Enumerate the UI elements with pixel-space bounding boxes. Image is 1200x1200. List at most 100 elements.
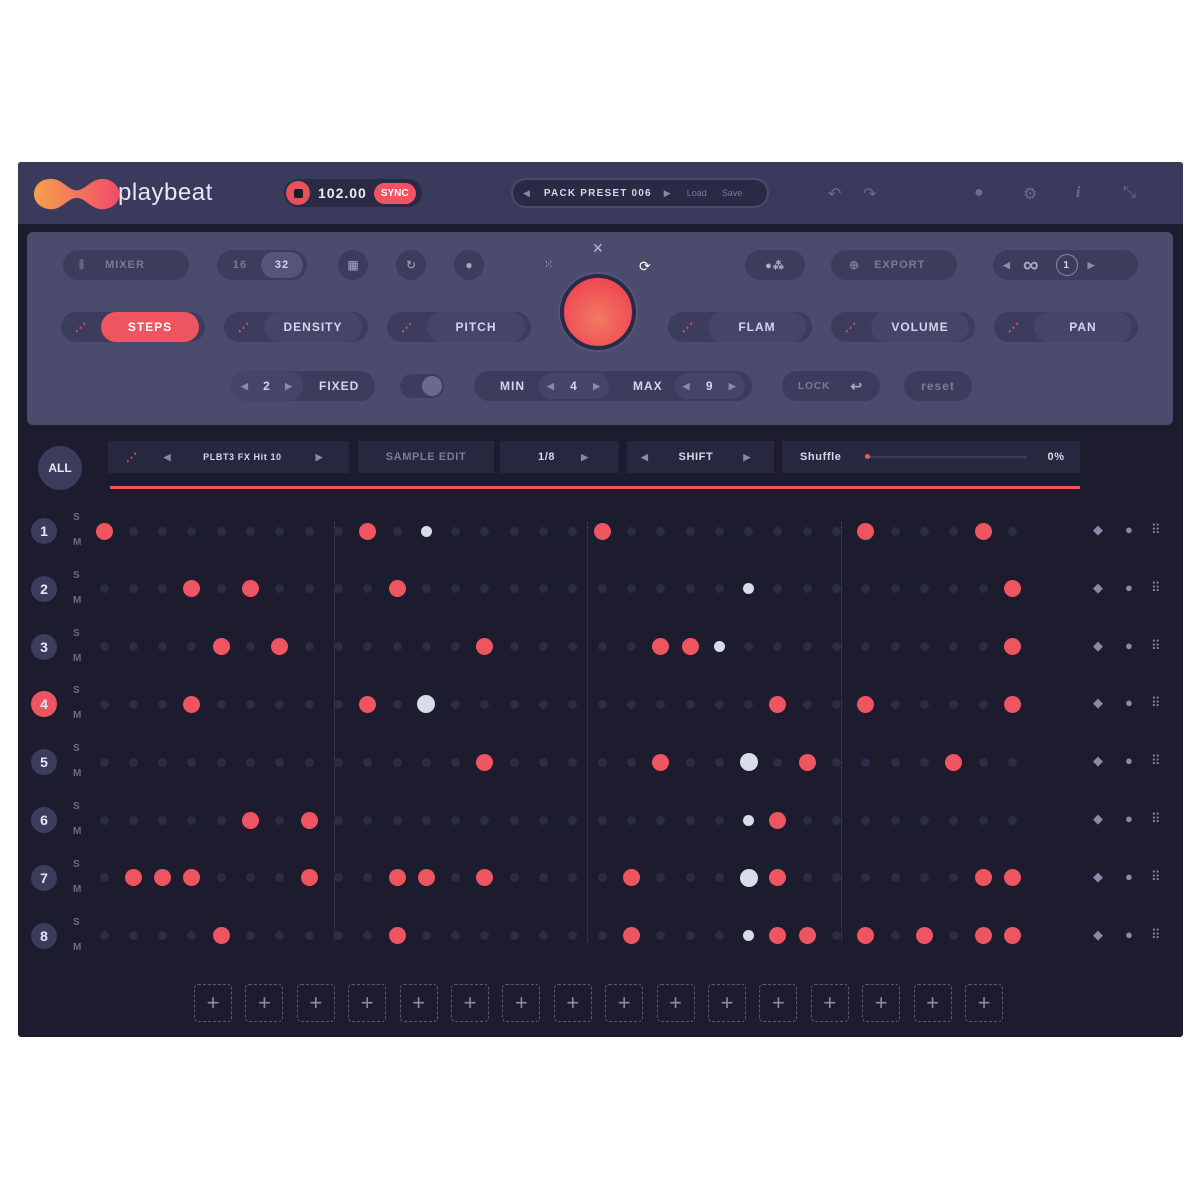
step-on[interactable] [476, 753, 494, 771]
rate-next-button[interactable]: ▶ [581, 452, 589, 463]
mode-steps[interactable]: ⋰ STEPS [61, 312, 205, 342]
preset-name[interactable]: PACK PRESET 006 [544, 188, 652, 199]
solo-button[interactable]: S [73, 917, 80, 928]
add-track-button[interactable]: + [759, 984, 798, 1022]
step-off[interactable] [509, 526, 519, 536]
sample-next-button[interactable]: ▶ [316, 452, 324, 463]
step-off[interactable] [158, 815, 168, 825]
mute-button[interactable]: M [73, 884, 81, 895]
eraser-icon[interactable]: ◆ [1093, 869, 1103, 885]
step-off[interactable] [949, 815, 959, 825]
step-off[interactable] [919, 526, 929, 536]
add-track-button[interactable]: + [502, 984, 541, 1022]
step-off[interactable] [832, 757, 841, 767]
step-off[interactable] [128, 699, 138, 709]
add-track-button[interactable]: + [605, 984, 644, 1022]
step-off[interactable] [714, 873, 724, 883]
playhead-step[interactable] [743, 930, 755, 942]
step-off[interactable] [861, 642, 871, 652]
step-off[interactable] [363, 642, 373, 652]
step-off[interactable] [802, 815, 812, 825]
step-off[interactable] [773, 642, 783, 652]
lock-icon[interactable]: ● [1125, 638, 1133, 653]
pencil-icon[interactable]: ⋰ [126, 451, 138, 464]
min-increment-button[interactable]: ▶ [593, 381, 601, 392]
step-off[interactable] [597, 642, 607, 652]
mode-pitch[interactable]: ⋰ PITCH [387, 312, 531, 342]
step-on[interactable] [769, 811, 787, 829]
step-off[interactable] [832, 642, 841, 652]
step-off[interactable] [480, 815, 490, 825]
step-off[interactable] [99, 699, 109, 709]
step-off[interactable] [187, 642, 197, 652]
lock-icon[interactable]: ● [1125, 522, 1133, 537]
mute-button[interactable]: M [73, 595, 81, 606]
step-off[interactable] [626, 699, 636, 709]
step-on[interactable] [271, 638, 289, 656]
step-on[interactable] [242, 580, 259, 598]
step-off[interactable] [333, 526, 343, 536]
lock-button[interactable]: LOCK ↩ [782, 371, 880, 401]
drag-handle-icon[interactable]: ⠿ [1151, 753, 1161, 769]
step-off[interactable] [802, 873, 812, 883]
step-off[interactable] [304, 699, 314, 709]
step-on[interactable] [974, 869, 992, 887]
max-decrement-button[interactable]: ◀ [683, 381, 691, 392]
fixed-stepper[interactable]: ◀ 2 ▶ [231, 371, 303, 401]
step-off[interactable] [949, 931, 959, 941]
step-off[interactable] [890, 584, 900, 594]
solo-button[interactable]: S [73, 628, 80, 639]
step-off[interactable] [919, 584, 929, 594]
step-off[interactable] [275, 815, 285, 825]
lock-icon[interactable]: ● [1125, 695, 1133, 710]
step-off[interactable] [919, 757, 929, 767]
step-off[interactable] [99, 757, 109, 767]
step-off[interactable] [158, 584, 168, 594]
step-off[interactable] [685, 873, 695, 883]
step-off[interactable] [890, 642, 900, 652]
step-on[interactable] [769, 695, 787, 713]
step-off[interactable] [949, 873, 959, 883]
step-off[interactable] [685, 584, 695, 594]
playhead-step[interactable] [417, 695, 436, 714]
step-off[interactable] [861, 873, 871, 883]
track-number-button[interactable]: 2 [31, 575, 57, 602]
mute-button[interactable]: M [73, 942, 81, 953]
step-off[interactable] [509, 699, 519, 709]
step-off[interactable] [128, 642, 138, 652]
step-on[interactable] [242, 811, 259, 829]
add-track-button[interactable]: + [451, 984, 489, 1022]
step-off[interactable] [861, 757, 871, 767]
preset-prev-button[interactable]: ◀ [523, 188, 530, 199]
add-track-button[interactable]: + [862, 984, 901, 1022]
steps-count-toggle[interactable]: 16 32 [217, 250, 307, 280]
reset-button[interactable]: reset [904, 371, 972, 401]
step-off[interactable] [597, 584, 607, 594]
step-off[interactable] [714, 584, 724, 594]
eraser-icon[interactable]: ◆ [1093, 695, 1103, 711]
step-off[interactable] [509, 584, 519, 594]
step-off[interactable] [685, 699, 695, 709]
step-off[interactable] [392, 815, 402, 825]
steps-32-option[interactable]: 32 [261, 252, 303, 278]
step-off[interactable] [333, 815, 343, 825]
step-off[interactable] [216, 526, 226, 536]
step-off[interactable] [128, 757, 138, 767]
track-number-button[interactable]: 4 [31, 691, 57, 718]
step-off[interactable] [333, 757, 343, 767]
add-track-button[interactable]: + [913, 984, 952, 1022]
undo-icon[interactable]: ↶ [828, 184, 841, 204]
step-off[interactable] [363, 931, 373, 941]
step-on[interactable] [1003, 695, 1021, 713]
step-on[interactable] [183, 869, 201, 887]
step-off[interactable] [128, 584, 138, 594]
fixed-decrement-button[interactable]: ◀ [241, 381, 249, 392]
step-off[interactable] [568, 584, 578, 594]
loop-prev-button[interactable]: ◀ [1003, 260, 1011, 271]
gear-icon[interactable]: ⚙ [1023, 184, 1037, 204]
step-off[interactable] [451, 699, 461, 709]
step-off[interactable] [597, 815, 607, 825]
add-track-button[interactable]: + [553, 984, 592, 1022]
step-off[interactable] [187, 757, 197, 767]
add-track-button[interactable]: + [399, 984, 438, 1022]
